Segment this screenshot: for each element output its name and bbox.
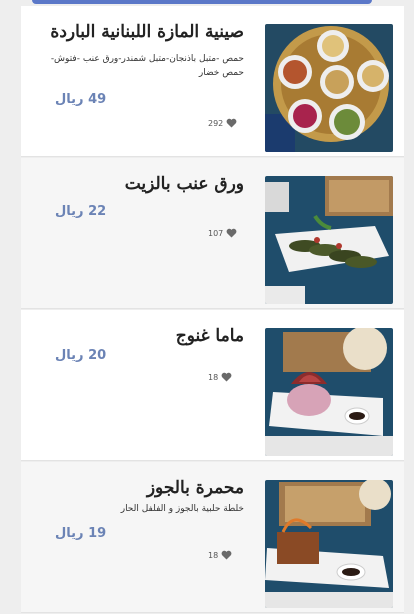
food-image[interactable]: [265, 328, 393, 456]
menu-list: صينية المازة اللبنانية الباردة حمص -متبل…: [21, 6, 404, 614]
food-image[interactable]: [265, 176, 393, 304]
like-button[interactable]: 18: [208, 550, 232, 560]
mezze-platter-photo: [265, 24, 393, 152]
heart-icon: [221, 550, 232, 560]
item-price: 19 ريال: [55, 526, 107, 541]
mama-ghanouj-photo: [265, 328, 393, 456]
menu-item[interactable]: ماما غنوج 20 ريال 18: [21, 310, 404, 461]
like-button[interactable]: 292: [208, 118, 237, 128]
item-price: 20 ريال: [55, 348, 107, 363]
stuffed-grape-leaves-photo: [265, 176, 393, 304]
item-title: صينية المازة اللبنانية الباردة: [50, 22, 244, 42]
item-title: ماما غنوج: [175, 326, 244, 346]
muhammara-photo: [265, 480, 393, 608]
like-button[interactable]: 18: [208, 372, 232, 382]
menu-item[interactable]: ورق عنب بالزيت 22 ريال 107: [21, 158, 404, 309]
like-count: 18: [208, 372, 219, 382]
like-count: 292: [208, 118, 224, 128]
item-description: خلطة حلبية بالجوز و الفلفل الحار: [120, 504, 244, 514]
like-button[interactable]: 107: [208, 228, 237, 238]
menu-item[interactable]: صينية المازة اللبنانية الباردة حمص -متبل…: [21, 6, 404, 157]
item-price: 49 ريال: [55, 92, 107, 107]
food-image[interactable]: [265, 24, 393, 152]
heart-icon: [226, 118, 237, 128]
heart-icon: [226, 228, 237, 238]
item-price: 22 ريال: [55, 204, 107, 219]
menu-item[interactable]: محمرة بالجوز خلطة حلبية بالجوز و الفلفل …: [21, 462, 404, 613]
like-count: 107: [208, 228, 224, 238]
item-description: حمص -متبل باذنجان-متبل شمندر-ورق عنب -فت…: [50, 54, 244, 78]
food-image[interactable]: [265, 480, 393, 608]
header-bar-edge: [32, 0, 372, 4]
item-title: محمرة بالجوز: [146, 478, 244, 498]
item-title: ورق عنب بالزيت: [124, 174, 244, 194]
heart-icon: [221, 372, 232, 382]
like-count: 18: [208, 550, 219, 560]
